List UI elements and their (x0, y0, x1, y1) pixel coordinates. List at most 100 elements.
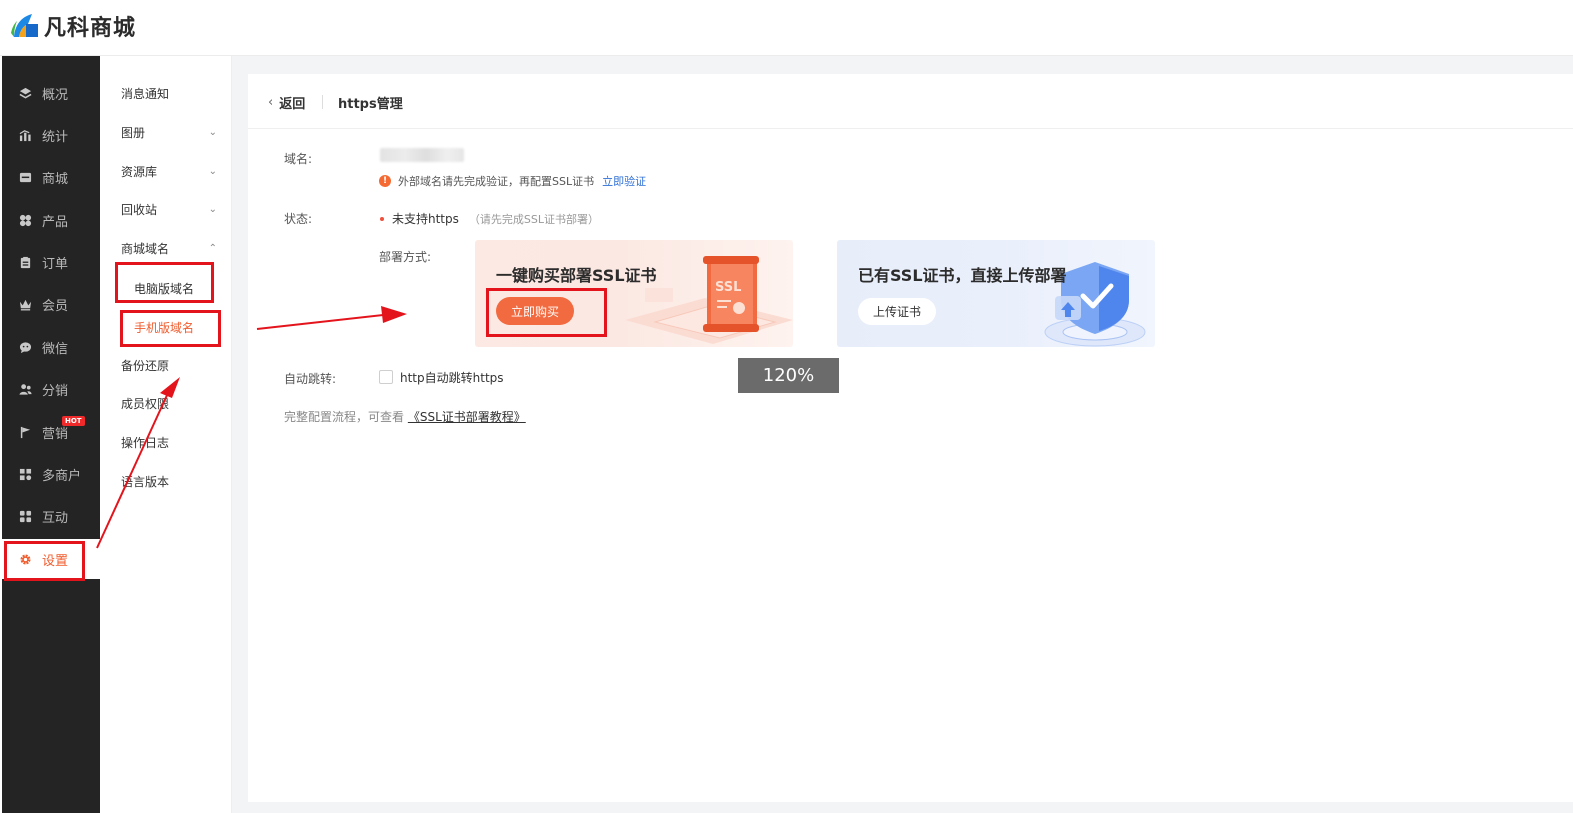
sidebar-item-label: 互动 (42, 510, 69, 526)
warning-text: 外部域名请先完成验证，再配置SSL证书 (398, 175, 595, 188)
submenu-item-albums[interactable]: 图册 ⌄ (121, 122, 217, 142)
status-value: 未支持https （请先完成SSL证书部署） (380, 210, 599, 227)
auto-redirect-label: 自动跳转: (284, 372, 337, 386)
verify-link[interactable]: 立即验证 (602, 173, 646, 189)
domain-value-blurred (380, 148, 464, 162)
status-dot (380, 216, 384, 221)
submenu-item-permissions[interactable]: 成员权限 (121, 393, 217, 413)
sidebar-item-overview[interactable]: 概况 (2, 73, 100, 113)
deploy-label: 部署方式: (379, 250, 432, 264)
warning-icon: ! (379, 175, 391, 187)
crown-icon (18, 297, 32, 311)
flow-text: 完整配置流程，可查看 (284, 410, 405, 424)
upload-card-title: 已有SSL证书，直接上传部署 (858, 266, 1067, 285)
brand-logo[interactable]: 凡科商城 (10, 10, 136, 42)
sidebar-item-label: 统计 (42, 129, 69, 145)
main-sidebar: 概况 统计 商城 产品 订单 会员 微信 分销 营销 HOT 多商户 互动 设置 (2, 56, 100, 813)
config-flow-note: 完整配置流程，可查看 《SSL证书部署教程》 (284, 408, 526, 425)
buy-ssl-card[interactable]: SSL 一键购买部署SSL证书 立即购买 (475, 240, 793, 347)
status-hint: （请先完成SSL证书部署） (468, 212, 599, 226)
hot-badge: HOT (62, 416, 85, 426)
sidebar-item-wechat[interactable]: 微信 (2, 327, 100, 367)
domain-warning: ! 外部域名请先完成验证，再配置SSL证书 立即验证 (379, 173, 646, 189)
layers-icon (18, 86, 32, 100)
upload-ssl-card[interactable]: 已有SSL证书，直接上传部署 上传证书 (837, 240, 1155, 347)
store-icon (18, 170, 32, 184)
back-label: 返回 (279, 97, 306, 112)
sidebar-item-label: 订单 (42, 256, 69, 272)
status-label: 状态: (284, 212, 313, 226)
sidebar-item-members[interactable]: 会员 (2, 284, 100, 324)
submenu-item-backup[interactable]: 备份还原 (121, 355, 217, 375)
submenu-child-pc-domain[interactable]: 电脑版域名 (134, 280, 194, 297)
ssl-tutorial-link[interactable]: 《SSL证书部署教程》 (408, 410, 526, 424)
buy-card-title: 一键购买部署SSL证书 (496, 266, 657, 285)
grid-icon (18, 213, 32, 227)
zoom-indicator: 120% (738, 358, 839, 393)
chevron-down-icon: ⌄ (208, 126, 217, 138)
back-button[interactable]: ‹ 返回 (268, 93, 305, 112)
submenu-item-label: 备份还原 (121, 358, 170, 373)
sidebar-item-label: 微信 (42, 341, 69, 357)
upload-cert-button[interactable]: 上传证书 (858, 298, 936, 325)
auto-redirect-checkbox[interactable] (379, 370, 393, 384)
submenu-item-label: 资源库 (121, 164, 158, 179)
logo-icon (10, 11, 40, 41)
submenu-item-language[interactable]: 语言版本 (121, 471, 217, 491)
gear-icon (18, 552, 32, 566)
sidebar-item-settings[interactable]: 设置 (2, 539, 100, 579)
submenu-item-label: 消息通知 (121, 86, 170, 101)
sidebar-item-label: 产品 (42, 214, 69, 230)
apps-icon (18, 509, 32, 523)
ssl-certificate-illustration: SSL (625, 256, 793, 344)
sidebar-item-orders[interactable]: 订单 (2, 242, 100, 282)
sidebar-item-mall[interactable]: 商城 (2, 157, 100, 197)
sidebar-item-label: 设置 (42, 553, 69, 569)
card-header: ‹ 返回 https管理 (248, 74, 1573, 129)
chevron-up-icon: ⌃ (208, 242, 217, 254)
top-bar: 凡科商城 (0, 0, 1573, 56)
sidebar-item-products[interactable]: 产品 (2, 200, 100, 240)
shop-icon (18, 467, 32, 481)
submenu-item-notifications[interactable]: 消息通知 (121, 83, 217, 103)
ssl-badge-text: SSL (715, 280, 741, 295)
auto-redirect-option[interactable]: http自动跳转https (400, 369, 504, 386)
submenu-item-label: 回收站 (121, 202, 158, 217)
chart-icon (18, 128, 32, 142)
sidebar-item-stats[interactable]: 统计 (2, 115, 100, 155)
sidebar-item-distribution[interactable]: 分销 (2, 369, 100, 409)
submenu-item-label: 图册 (121, 125, 146, 140)
clipboard-icon (18, 255, 32, 269)
buy-now-button[interactable]: 立即购买 (496, 297, 574, 325)
header-divider (322, 95, 323, 109)
submenu-item-label: 商城域名 (121, 241, 170, 256)
sidebar-item-multi-merchant[interactable]: 多商户 (2, 454, 100, 494)
chevron-down-icon: ⌄ (208, 165, 217, 177)
chevron-down-icon: ⌄ (208, 203, 217, 215)
sidebar-item-marketing[interactable]: 营销 HOT (2, 412, 100, 452)
submenu-item-recycle-bin[interactable]: 回收站 ⌄ (121, 199, 217, 219)
chevron-left-icon: ‹ (268, 95, 274, 110)
submenu-item-label: 语言版本 (121, 474, 170, 489)
flag-icon (18, 425, 32, 439)
submenu-item-label: 操作日志 (121, 435, 170, 450)
brand-name: 凡科商城 (44, 16, 137, 41)
sidebar-item-label: 商城 (42, 171, 69, 187)
submenu-item-logs[interactable]: 操作日志 (121, 432, 217, 452)
settings-submenu: 消息通知 图册 ⌄ 资源库 ⌄ 回收站 ⌄ 商城域名 ⌃ 电脑版域名 手机版域名… (100, 56, 232, 813)
submenu-item-resources[interactable]: 资源库 ⌄ (121, 161, 217, 181)
users-icon (18, 382, 32, 396)
sidebar-item-label: 分销 (42, 383, 69, 399)
wechat-icon (18, 340, 32, 354)
submenu-item-mall-domain[interactable]: 商城域名 ⌃ (121, 238, 217, 258)
submenu-item-label: 成员权限 (121, 396, 170, 411)
page-title: https管理 (338, 97, 403, 112)
domain-label: 域名: (284, 152, 313, 166)
sidebar-item-interaction[interactable]: 互动 (2, 496, 100, 536)
submenu-child-mobile-domain[interactable]: 手机版域名 (134, 319, 194, 336)
sidebar-item-label: 概况 (42, 87, 69, 103)
sidebar-item-label: 会员 (42, 298, 69, 314)
sidebar-item-label: 多商户 (42, 468, 82, 484)
status-text: 未支持https (392, 212, 459, 226)
shield-illustration (1044, 262, 1146, 347)
